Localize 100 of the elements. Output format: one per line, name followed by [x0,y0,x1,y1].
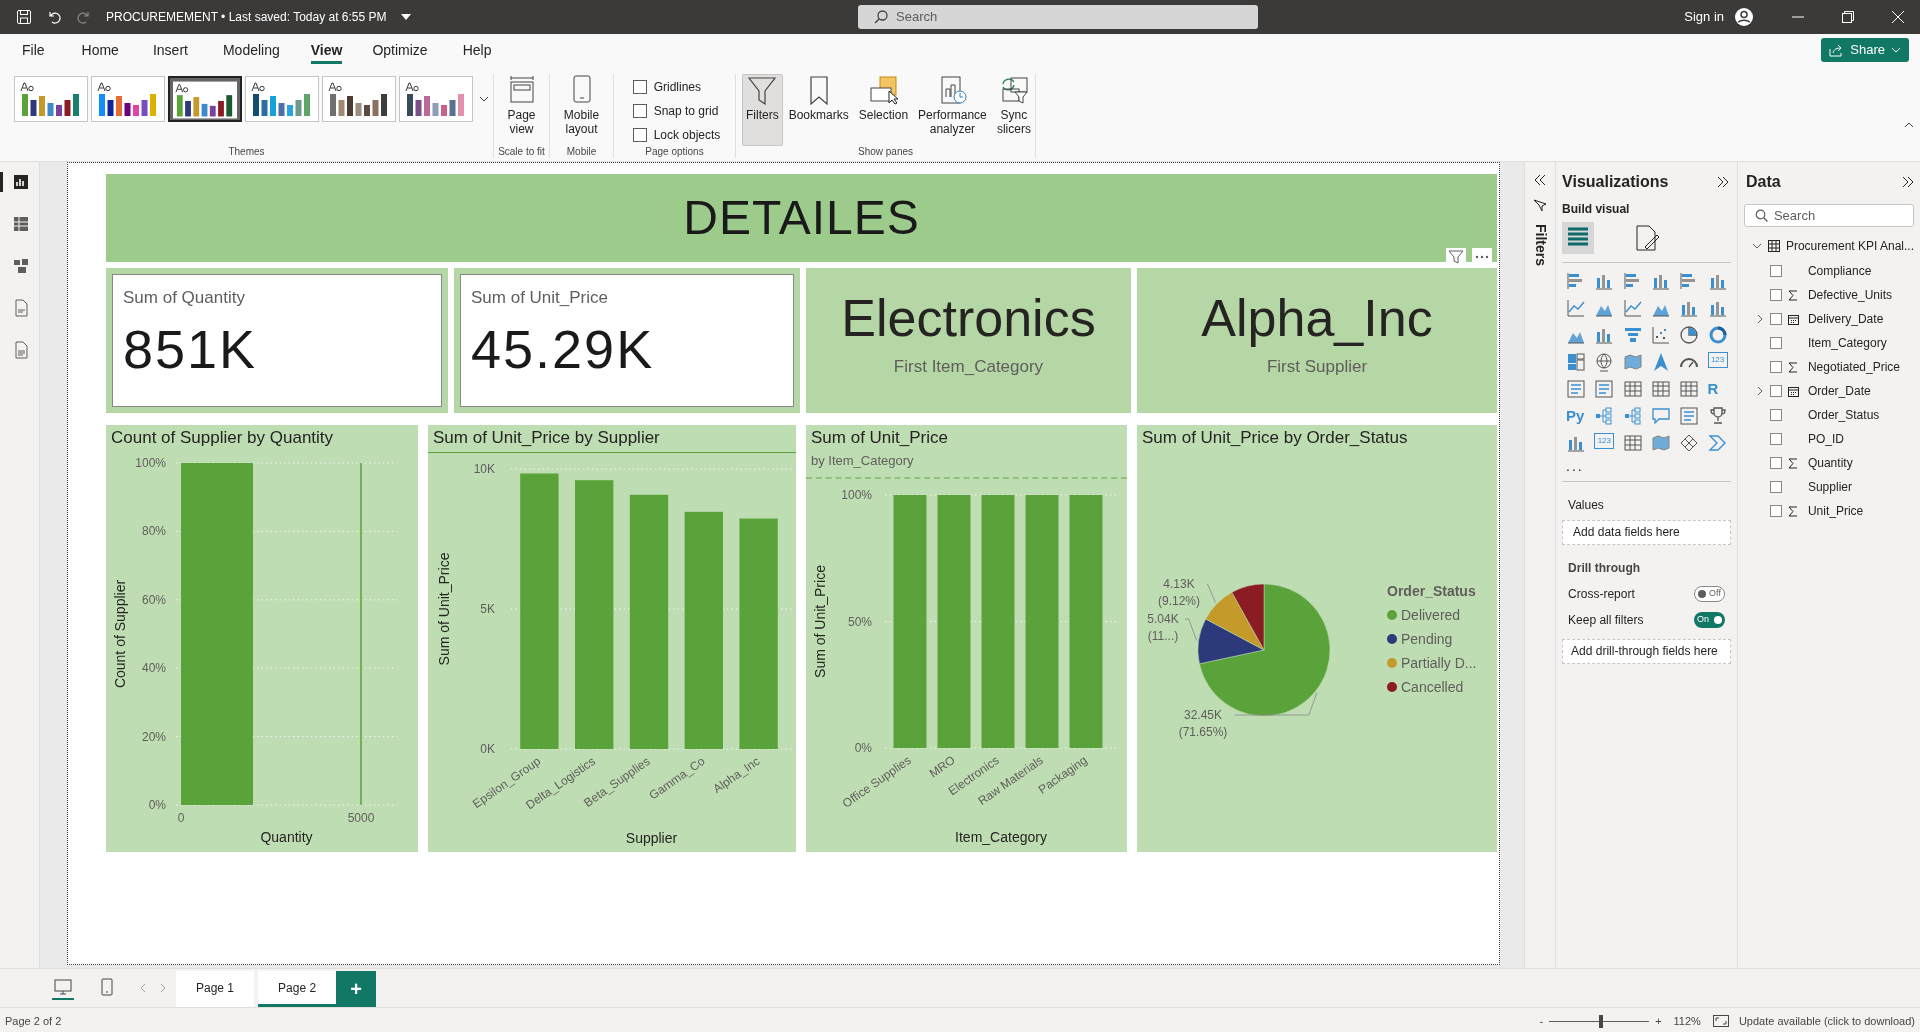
more-visuals-link[interactable]: ... [1562,459,1731,473]
filters-pane-label[interactable]: Filters [1529,224,1551,266]
chevron-icon[interactable] [1755,314,1764,324]
toggle-switch[interactable]: On [1693,612,1725,628]
zoom-slider[interactable] [1549,1014,1650,1028]
line-chart-icon[interactable] [1566,298,1587,318]
page-view-button[interactable]: Page view [493,74,550,136]
menu-tab[interactable]: Modeling [222,36,280,64]
text-lines-icon[interactable] [1679,406,1700,426]
checkbox[interactable] [632,128,647,142]
line-chart-icon[interactable] [1622,298,1643,318]
restore-icon[interactable] [1842,11,1854,23]
table-icon[interactable] [1679,379,1700,399]
table-name[interactable]: Procurement KPI Anal... [1785,237,1914,255]
donut-chart-icon[interactable] [1707,325,1728,345]
pane-toggle-button[interactable]: Selection [854,74,913,146]
checkbox[interactable] [1769,313,1782,325]
field-name[interactable]: Negotiated_Price [1807,358,1900,376]
field-name[interactable]: Delivery_Date [1807,310,1884,328]
field-name[interactable]: Supplier [1807,478,1852,496]
account-icon[interactable] [1734,7,1754,27]
next-page-icon[interactable] [160,984,166,992]
menu-tab[interactable]: Home [81,36,119,64]
expand-icon[interactable] [1534,174,1547,186]
pane-toggle-button[interactable]: Bookmarks [784,74,853,146]
collapse-pane-icon[interactable] [1902,176,1914,188]
menu-tab[interactable]: Insert [152,36,188,64]
text-lines-icon[interactable] [1566,379,1587,399]
field-name[interactable]: Item_Category [1807,334,1887,352]
table-icon[interactable] [1622,433,1643,453]
page-tab[interactable]: Page 2 [258,971,337,1007]
drop-field[interactable]: Add data fields here [1562,520,1731,545]
table-icon[interactable] [1622,379,1643,399]
menu-tab[interactable]: Help [462,36,492,64]
save-icon[interactable] [16,9,32,25]
checkbox[interactable] [1769,361,1782,373]
share-button[interactable]: Share [1821,38,1909,62]
checkbox[interactable] [1769,457,1782,469]
gallery-dropdown-icon[interactable] [479,96,489,102]
pane-toggle-button[interactable]: Sync slicers [992,74,1035,146]
undo-icon[interactable] [46,9,62,25]
globe-icon[interactable] [1594,352,1615,372]
field-name[interactable]: PO_ID [1807,430,1844,448]
diamond-icon[interactable] [1679,433,1700,453]
collapse-pane-icon[interactable] [1716,176,1729,188]
caret-icon[interactable] [400,14,411,20]
checkbox[interactable] [1769,337,1782,349]
field-name[interactable]: Unit_Price [1807,502,1864,520]
checkbox[interactable] [632,104,647,118]
add-page-button[interactable]: + [336,971,377,1007]
field-name[interactable]: Defective_Units [1807,286,1892,304]
checkbox[interactable] [1769,289,1782,301]
pane-toggle-button[interactable]: Filters [742,74,783,146]
drop-field[interactable]: Add drill-through fields here [1562,639,1731,664]
funnel-icon[interactable] [1622,325,1643,345]
menu-tab[interactable]: Optimize [372,36,428,64]
toggle-switch[interactable]: Off [1693,586,1725,602]
search-field[interactable]: Search [1743,204,1914,227]
zoom-in-button[interactable]: + [1655,1012,1662,1030]
previous-page-icon[interactable] [140,984,146,992]
view-mode-button[interactable] [52,976,74,1000]
update-link[interactable]: Update available (click to download) [1738,1012,1915,1030]
mobile-layout-button[interactable]: Mobile layout [555,74,608,136]
checkbox[interactable] [1769,385,1782,397]
hierarchy-icon[interactable] [1594,406,1615,426]
chevron-icon[interactable] [1751,241,1762,251]
checkbox[interactable] [1769,265,1782,277]
redo-icon[interactable] [76,9,92,25]
field-name[interactable]: Quantity [1807,454,1853,472]
hierarchy-icon[interactable] [1622,406,1643,426]
pie-chart-icon[interactable] [1679,325,1700,345]
checkbox[interactable] [632,80,647,94]
table-icon[interactable] [1651,379,1671,399]
field-name[interactable]: Order_Date [1807,382,1871,400]
field-name[interactable]: Order_Status [1807,406,1880,424]
speech-bubble-icon[interactable] [1651,406,1671,426]
page-tab[interactable]: Page 1 [176,971,255,1007]
map-icon[interactable] [1622,352,1643,372]
chevron-icon[interactable] [1707,433,1728,453]
menu-tab[interactable]: File [22,36,45,64]
fit-to-page-icon[interactable] [1712,1015,1729,1027]
text-lines-icon[interactable] [1594,379,1615,399]
chevron-icon[interactable] [1755,386,1764,396]
theme-thumbnail[interactable] [168,76,242,122]
search-field[interactable]: Search [858,5,1258,29]
collapse-ribbon-icon[interactable] [1904,122,1914,128]
checkbox[interactable] [1769,433,1782,445]
checkbox[interactable] [1769,505,1782,517]
trophy-icon[interactable] [1707,406,1728,426]
pane-toggle-button[interactable]: Performance analyzer [914,74,991,146]
checkbox[interactable] [1769,481,1782,493]
checkbox[interactable] [1769,409,1782,421]
zoom-out-button[interactable]: - [1539,1012,1544,1030]
sign-in-link[interactable]: Sign in [1684,7,1724,27]
close-icon[interactable] [1892,11,1904,23]
navigation-arrow-icon[interactable] [1651,352,1671,372]
scatter-chart-icon[interactable] [1651,325,1671,345]
field-name[interactable]: Compliance [1807,262,1872,280]
treemap-icon[interactable] [1566,352,1587,372]
map-icon[interactable] [1651,433,1671,453]
